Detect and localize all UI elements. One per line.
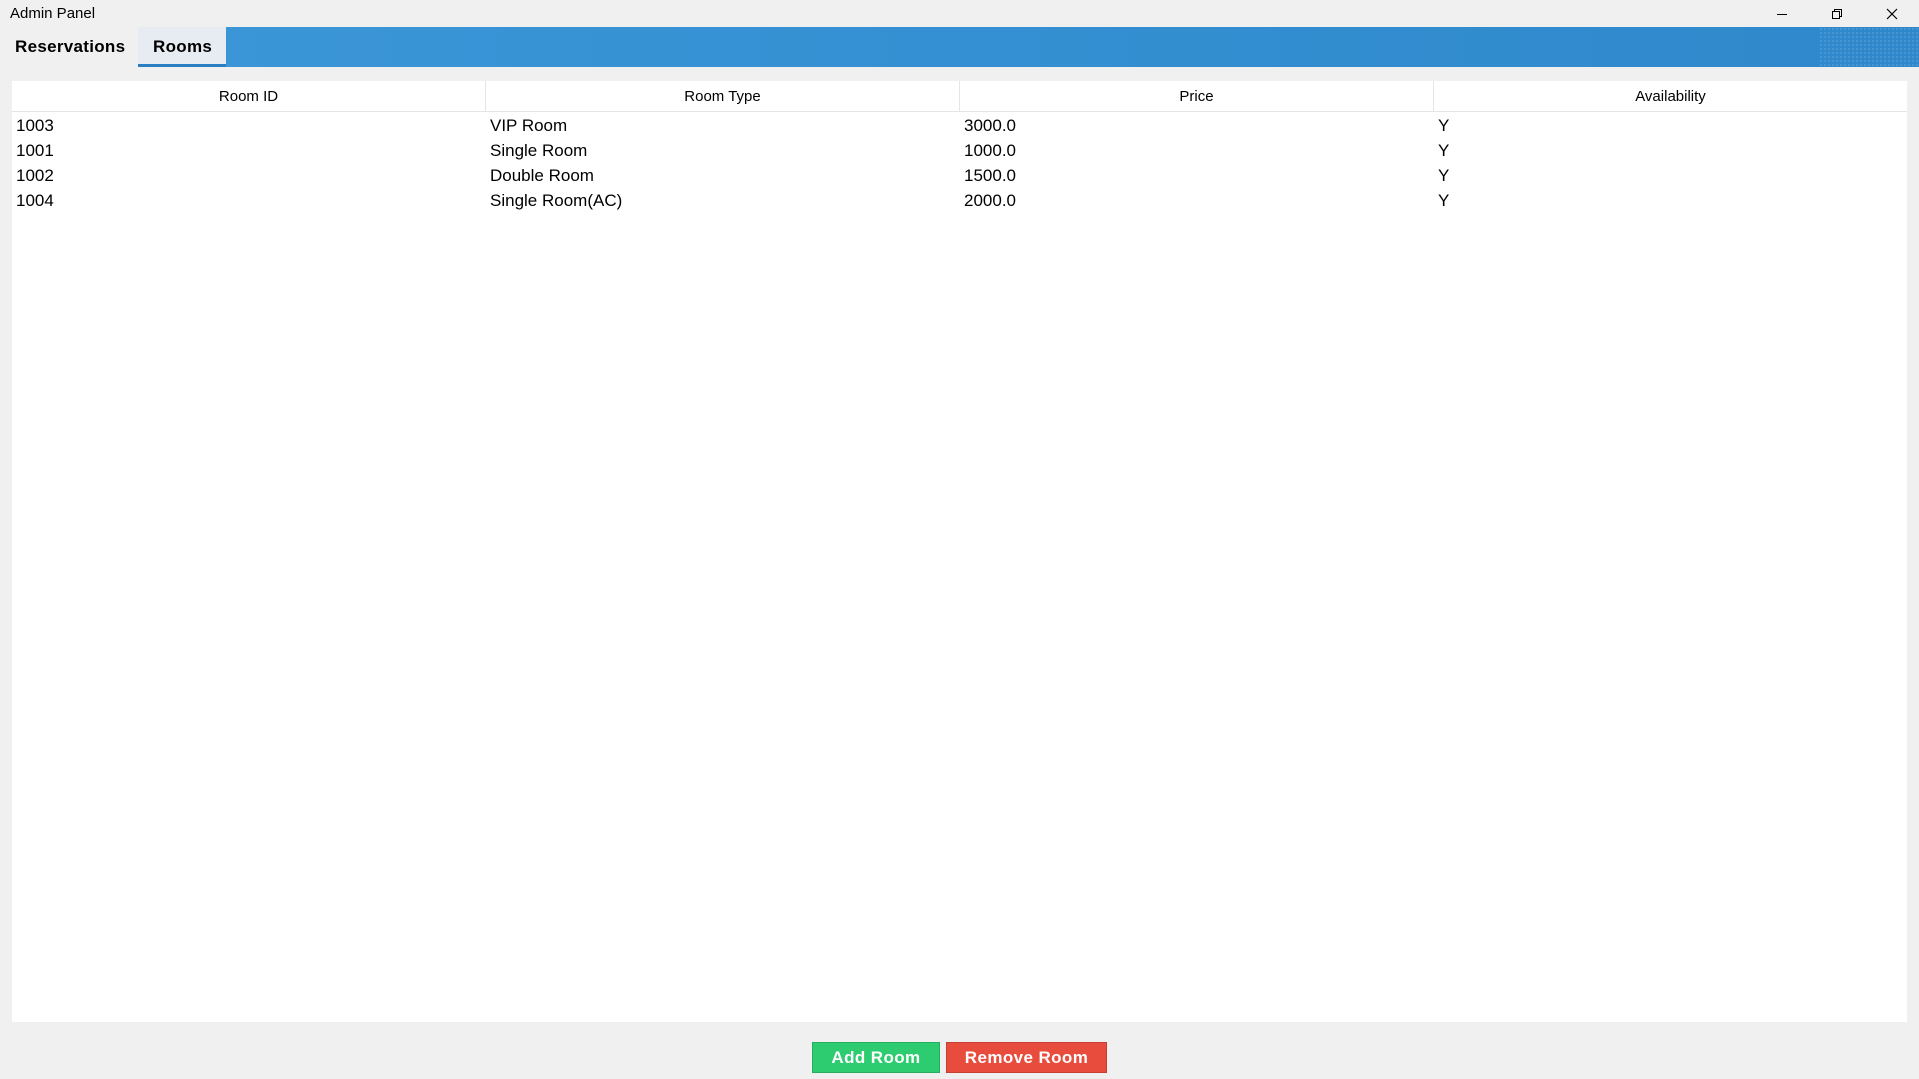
table-header: Room ID Room Type Price Availability [12, 81, 1907, 112]
cell-room-id: 1001 [16, 140, 54, 160]
cell-price: 1000.0 [964, 140, 1016, 160]
column-header-room-type[interactable]: Room Type [486, 81, 960, 112]
tab-label: Reservations [15, 37, 126, 56]
cell-availability: Y [1438, 140, 1450, 160]
cell-room-type: Single Room [490, 140, 588, 160]
tab-label: Rooms [153, 37, 213, 56]
table-body: 1003 VIP Room 3000.0 Y 1001 Single Room … [12, 113, 1907, 213]
table-row[interactable]: 1001 Single Room 1000.0 Y [12, 138, 1907, 163]
rooms-table[interactable]: Room ID Room Type Price Availability 100… [12, 81, 1907, 1022]
minimize-button[interactable] [1755, 0, 1809, 27]
cell-room-id: 1002 [16, 165, 54, 185]
cell-availability: Y [1438, 190, 1450, 210]
restore-icon [1831, 8, 1843, 20]
cell-price: 1500.0 [964, 165, 1016, 185]
window-title: Admin Panel [10, 5, 96, 22]
tab-rooms[interactable]: Rooms [138, 27, 226, 67]
table-row[interactable]: 1004 Single Room(AC) 2000.0 Y [12, 188, 1907, 213]
cell-room-type: VIP Room [490, 115, 568, 135]
cell-room-type: Single Room(AC) [490, 190, 623, 210]
column-header-room-id[interactable]: Room ID [12, 81, 486, 112]
tab-bar-pattern [1819, 27, 1919, 67]
tab-reservations[interactable]: Reservations [0, 27, 138, 67]
table-row[interactable]: 1002 Double Room 1500.0 Y [12, 163, 1907, 188]
cell-room-id: 1004 [16, 190, 54, 210]
close-button[interactable] [1865, 0, 1919, 27]
column-header-price[interactable]: Price [960, 81, 1434, 112]
window-titlebar: Admin Panel [0, 0, 1919, 27]
minimize-icon [1776, 8, 1788, 20]
cell-price: 3000.0 [964, 115, 1016, 135]
tab-bar: Reservations Rooms [0, 27, 1919, 67]
restore-button[interactable] [1810, 0, 1864, 27]
column-header-availability[interactable]: Availability [1434, 81, 1907, 112]
cell-availability: Y [1438, 115, 1450, 135]
close-icon [1886, 8, 1898, 20]
cell-room-id: 1003 [16, 115, 54, 135]
cell-price: 2000.0 [964, 190, 1016, 210]
cell-availability: Y [1438, 165, 1450, 185]
add-room-button[interactable]: Add Room [812, 1042, 940, 1073]
tabs: Reservations Rooms [0, 27, 226, 67]
remove-room-button[interactable]: Remove Room [946, 1042, 1107, 1073]
cell-room-type: Double Room [490, 165, 594, 185]
table-row[interactable]: 1003 VIP Room 3000.0 Y [12, 113, 1907, 138]
